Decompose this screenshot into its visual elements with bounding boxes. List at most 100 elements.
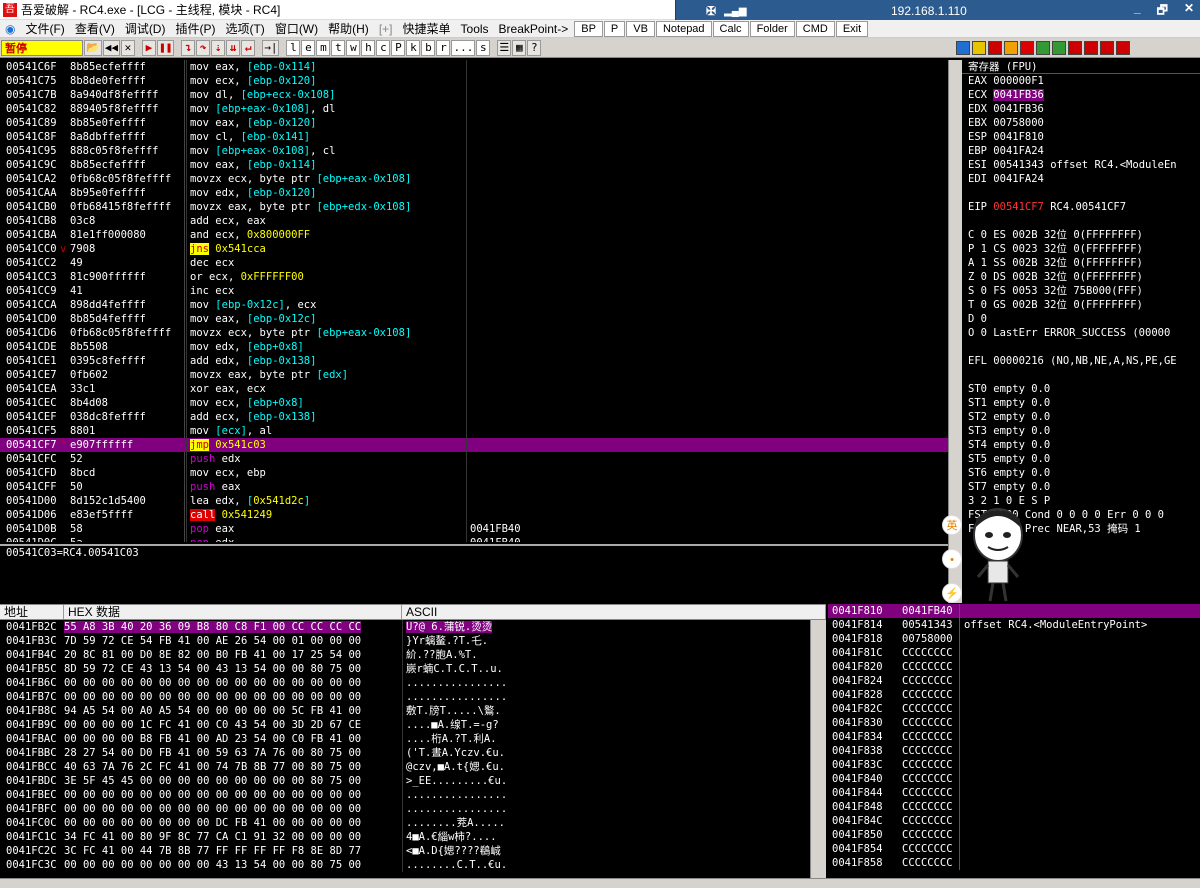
quick-button[interactable]: BP bbox=[574, 20, 603, 37]
dump-row[interactable]: 0041FBEC 00 00 00 00 00 00 00 00 00 00 00… bbox=[0, 788, 810, 802]
close-button[interactable]: ✕ bbox=[1184, 1, 1194, 22]
plugin-icon[interactable] bbox=[1004, 40, 1018, 55]
dump-row[interactable]: 0041FB8C 94 A5 54 00 A0 A5 54 00 00 00 00… bbox=[0, 704, 810, 718]
disasm-row[interactable]: 00541CC0 v 7908 jns 0x541cca bbox=[0, 242, 948, 256]
disasm-row[interactable]: 00541C95 888c05f8feffff mov [ebp+eax-0x108… bbox=[0, 144, 948, 158]
disasm-row[interactable]: 00541D06 e83ef5ffff call 0x541249 bbox=[0, 508, 948, 522]
trace-into-icon[interactable]: ⇣ bbox=[211, 39, 226, 56]
goto-icon[interactable]: →| bbox=[262, 39, 280, 56]
list-icon[interactable]: ☰ bbox=[497, 39, 512, 56]
disasm-row[interactable]: 00541CD6 0fb68c05f8feffff movzx ecx, byte … bbox=[0, 326, 948, 340]
quick-button[interactable]: P bbox=[603, 20, 626, 37]
register-value[interactable]: 00758000 bbox=[993, 117, 1044, 129]
disasm-row[interactable]: 00541D00 8d152c1d5400 lea edx, [0x541d2c] bbox=[0, 494, 948, 508]
register-row-eip[interactable]: EIP 00541CF7 RC4.00541CF7 bbox=[962, 200, 1200, 214]
restart-icon[interactable]: ◀◀ bbox=[102, 39, 120, 56]
pause-icon[interactable]: ❚❚ bbox=[156, 39, 175, 56]
stack-row[interactable]: 0041F824 CCCCCCCC bbox=[828, 674, 1200, 688]
register-value[interactable]: 00541343 bbox=[993, 159, 1044, 171]
disasm-row[interactable]: 00541C89 8b85e0feffff mov eax, [ebp-0x120] bbox=[0, 116, 948, 130]
dump-row[interactable]: 0041FBBC 28 27 54 00 D0 FB 41 00 59 63 7A… bbox=[0, 746, 810, 760]
minimize-button[interactable]: _ bbox=[1134, 1, 1141, 22]
disasm-row[interactable]: 00541CEF 038dc8feffff add ecx, [ebp-0x138] bbox=[0, 410, 948, 424]
disasm-row[interactable]: 00541CC3 81c900ffffff or ecx, 0xFFFFFF00 bbox=[0, 270, 948, 284]
plugin-icon[interactable] bbox=[1036, 40, 1050, 55]
disasm-row[interactable]: 00541C75 8b8de0feffff mov ecx, [ebp-0x120] bbox=[0, 74, 948, 88]
plugin-icon[interactable] bbox=[1100, 40, 1114, 55]
stack-row[interactable]: 0041F838 CCCCCCCC bbox=[828, 744, 1200, 758]
menu-item[interactable]: 调试(D) bbox=[120, 20, 171, 37]
disasm-row[interactable]: 00541CEC 8b4d08 mov ecx, [ebp+0x8] bbox=[0, 396, 948, 410]
dump-row[interactable]: 0041FC2C 3C FC 41 00 44 7B 8B 77 FF FF FF… bbox=[0, 844, 810, 858]
dump-row[interactable]: 0041FB2C 55 A8 3B 40 20 36 09 B8 80 C8 F1… bbox=[0, 620, 810, 634]
stack-row[interactable]: 0041F840 CCCCCCCC bbox=[828, 772, 1200, 786]
plugin-icon[interactable] bbox=[988, 40, 1002, 55]
mascot-bubble[interactable]: • bbox=[942, 549, 962, 569]
disasm-row[interactable]: 00541C6F 8b85ecfeffff mov eax, [ebp-0x114] bbox=[0, 60, 948, 74]
menu-item[interactable]: 查看(V) bbox=[70, 20, 120, 37]
disasm-row[interactable]: 00541CD0 8b85d4feffff mov eax, [ebp-0x12c] bbox=[0, 312, 948, 326]
stack-row[interactable]: 0041F83C CCCCCCCC bbox=[828, 758, 1200, 772]
disasm-row[interactable]: 00541CF7 ^ e907ffffff jmp 0x541c03 bbox=[0, 438, 948, 452]
window-letter-button[interactable]: s bbox=[476, 39, 491, 56]
window-letter-button[interactable]: P bbox=[391, 39, 406, 56]
disasm-row[interactable]: 00541C9C 8b85ecfeffff mov eax, [ebp-0x114] bbox=[0, 158, 948, 172]
dump-row[interactable]: 0041FB7C 00 00 00 00 00 00 00 00 00 00 00… bbox=[0, 690, 810, 704]
quick-button[interactable]: Folder bbox=[749, 20, 795, 37]
disasm-row[interactable]: 00541D0B 58 pop eax 0041FB40 bbox=[0, 522, 948, 536]
register-value[interactable]: 00541CF7 bbox=[993, 201, 1044, 213]
step-over-icon[interactable]: ↷ bbox=[196, 39, 211, 56]
plugin-icon[interactable] bbox=[1116, 40, 1130, 55]
open-icon[interactable]: 📂 bbox=[84, 39, 102, 56]
plugin-icon[interactable] bbox=[1052, 40, 1066, 55]
dump-row[interactable]: 0041FC1C 34 FC 41 00 80 9F 8C 77 CA C1 91… bbox=[0, 830, 810, 844]
register-row[interactable]: EBX 00758000 bbox=[962, 116, 1200, 130]
disasm-row[interactable]: 00541CC2 49 dec ecx bbox=[0, 256, 948, 270]
options-icon[interactable]: ▦ bbox=[512, 39, 527, 56]
stack-row[interactable]: 0041F81C CCCCCCCC bbox=[828, 646, 1200, 660]
dump-row[interactable]: 0041FC3C 00 00 00 00 00 00 00 00 43 13 54… bbox=[0, 858, 810, 872]
stack-row[interactable]: 0041F844 CCCCCCCC bbox=[828, 786, 1200, 800]
dump-row[interactable]: 0041FC0C 00 00 00 00 00 00 00 00 DC FB 41… bbox=[0, 816, 810, 830]
disasm-row[interactable]: 00541CC9 41 inc ecx bbox=[0, 284, 948, 298]
register-row[interactable]: EDI 0041FA24 bbox=[962, 172, 1200, 186]
register-value[interactable]: 0041FB36 bbox=[993, 103, 1044, 115]
window-letter-button[interactable]: ... bbox=[451, 39, 476, 56]
disasm-row[interactable]: 00541CA2 0fb68c05f8feffff movzx ecx, byte … bbox=[0, 172, 948, 186]
disassembly-pane[interactable]: 00541C6F 8b85ecfeffff mov eax, [ebp-0x114]… bbox=[0, 60, 948, 542]
stack-row[interactable]: 0041F858 CCCCCCCC bbox=[828, 856, 1200, 870]
menu-item[interactable]: 文件(F) bbox=[20, 20, 69, 37]
disasm-row[interactable]: 00541D0C 5a pop edx 0041FB40 bbox=[0, 536, 948, 542]
plugin-icon[interactable] bbox=[956, 40, 970, 55]
disasm-row[interactable]: 00541CCA 898dd4feffff mov [ebp-0x12c], ecx bbox=[0, 298, 948, 312]
disasm-row[interactable]: 00541C8F 8a8dbffeffff mov cl, [ebp-0x141] bbox=[0, 130, 948, 144]
disasm-row[interactable]: 00541CF5 8801 mov [ecx], al bbox=[0, 424, 948, 438]
stack-row[interactable]: 0041F834 CCCCCCCC bbox=[828, 730, 1200, 744]
system-menu-icon[interactable]: ◉ bbox=[0, 22, 20, 36]
mascot-widget[interactable]: 英 • ⚡ bbox=[940, 505, 1030, 605]
stack-row[interactable]: 0041F854 CCCCCCCC bbox=[828, 842, 1200, 856]
disasm-row[interactable]: 00541CFF 50 push eax bbox=[0, 480, 948, 494]
disasm-row[interactable]: 00541CFD 8bcd mov ecx, ebp bbox=[0, 466, 948, 480]
dump-row[interactable]: 0041FBFC 00 00 00 00 00 00 00 00 00 00 00… bbox=[0, 802, 810, 816]
disasm-row[interactable]: 00541CB0 0fb68415f8feffff movzx eax, byte … bbox=[0, 200, 948, 214]
menu-item[interactable]: Tools bbox=[456, 22, 494, 36]
disasm-row[interactable]: 00541CE1 0395c8feffff add edx, [ebp-0x138] bbox=[0, 354, 948, 368]
stack-row[interactable]: 0041F818 00758000 bbox=[828, 632, 1200, 646]
window-letter-button[interactable]: t bbox=[331, 39, 346, 56]
window-letter-button[interactable]: c bbox=[376, 39, 391, 56]
disasm-row[interactable]: 00541CFC 52 push edx bbox=[0, 452, 948, 466]
window-letter-button[interactable]: h bbox=[361, 39, 376, 56]
window-letter-button[interactable]: e bbox=[301, 39, 316, 56]
stack-row[interactable]: 0041F828 CCCCCCCC bbox=[828, 688, 1200, 702]
window-letter-button[interactable]: l bbox=[286, 39, 301, 56]
dump-row[interactable]: 0041FBAC 00 00 00 00 B8 FB 41 00 AD 23 54… bbox=[0, 732, 810, 746]
register-row[interactable]: EBP 0041FA24 bbox=[962, 144, 1200, 158]
menu-item[interactable]: 插件(P) bbox=[170, 20, 220, 37]
stack-row[interactable]: 0041F820 CCCCCCCC bbox=[828, 660, 1200, 674]
mascot-bubble[interactable]: 英 bbox=[942, 515, 962, 535]
dump-row[interactable]: 0041FB3C 7D 59 72 CE 54 FB 41 00 AE 26 54… bbox=[0, 634, 810, 648]
menu-item[interactable]: [+] bbox=[374, 22, 398, 36]
trace-over-icon[interactable]: ⇊ bbox=[226, 39, 241, 56]
plugin-icon[interactable] bbox=[972, 40, 986, 55]
